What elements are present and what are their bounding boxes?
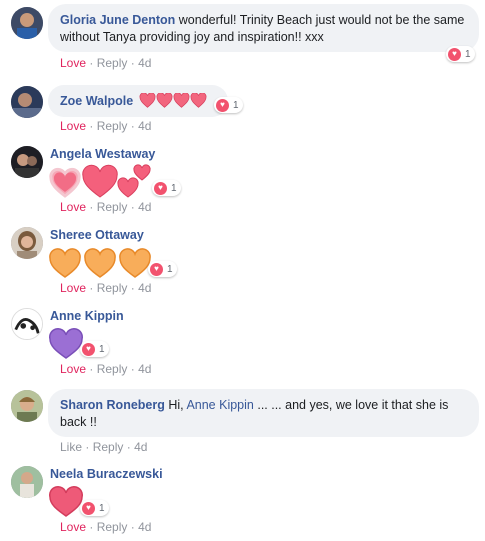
- comment-author[interactable]: Angela Westaway: [50, 147, 155, 161]
- love-reaction-icon: ♥: [216, 98, 229, 112]
- comment-author[interactable]: Sharon Roneberg: [60, 398, 165, 412]
- avatar[interactable]: [11, 7, 43, 39]
- comment-author[interactable]: Anne Kippin: [50, 309, 124, 323]
- comment-actions: Love · Reply · 4d: [60, 362, 152, 376]
- avatar[interactable]: [11, 86, 43, 118]
- timestamp[interactable]: 4d: [134, 440, 147, 454]
- timestamp[interactable]: 4d: [138, 520, 151, 534]
- pink-heart-icon: [139, 93, 156, 108]
- love-button[interactable]: Love: [60, 200, 86, 214]
- comment-actions: Love · Reply · 4d: [60, 119, 152, 133]
- comment-actions: Love · Reply · 4d: [60, 281, 152, 295]
- pink-heart-icon: [156, 93, 173, 108]
- love-button[interactable]: Love: [60, 362, 86, 376]
- comment-author[interactable]: Neela Buraczewski: [50, 467, 163, 481]
- timestamp[interactable]: 4d: [138, 200, 151, 214]
- pink-heart-icon: [190, 93, 207, 108]
- avatar[interactable]: [11, 466, 43, 498]
- comment-text: Hi,: [168, 398, 184, 412]
- comment-actions: Like · Reply · 4d: [60, 440, 148, 454]
- love-button[interactable]: Love: [60, 56, 86, 70]
- pink-hearts-sticker[interactable]: [48, 162, 158, 200]
- reaction-count[interactable]: ♥ 1: [148, 261, 177, 277]
- love-reaction-icon: ♥: [82, 501, 95, 515]
- purple-heart-sticker[interactable]: [48, 326, 84, 360]
- reply-link[interactable]: Reply: [93, 440, 124, 454]
- comment-actions: Love · Reply · 4d: [60, 520, 152, 534]
- orange-hearts-sticker[interactable]: [48, 245, 152, 279]
- pink-heart-icon: [173, 93, 190, 108]
- avatar[interactable]: [11, 227, 43, 259]
- comment-author[interactable]: Zoe Walpole: [60, 94, 133, 108]
- reply-link[interactable]: Reply: [97, 520, 128, 534]
- comment-bubble: Zoe Walpole: [48, 85, 228, 117]
- avatar[interactable]: [11, 308, 43, 340]
- love-reaction-icon: ♥: [150, 262, 163, 276]
- red-heart-sticker[interactable]: [48, 484, 84, 518]
- love-reaction-icon: ♥: [448, 47, 461, 61]
- avatar[interactable]: [11, 390, 43, 422]
- reply-link[interactable]: Reply: [97, 119, 128, 133]
- timestamp[interactable]: 4d: [138, 56, 151, 70]
- mention-link[interactable]: Anne Kippin: [186, 398, 253, 412]
- reaction-count[interactable]: ♥ 1: [80, 341, 109, 357]
- comment-author[interactable]: Gloria June Denton: [60, 13, 175, 27]
- timestamp[interactable]: 4d: [138, 119, 151, 133]
- comment-bubble: Sharon Roneberg Hi, Anne Kippin ... ... …: [48, 389, 479, 437]
- avatar[interactable]: [11, 146, 43, 178]
- reply-link[interactable]: Reply: [97, 362, 128, 376]
- reply-link[interactable]: Reply: [97, 56, 128, 70]
- reaction-count[interactable]: ♥ 1: [446, 46, 475, 62]
- reply-link[interactable]: Reply: [97, 281, 128, 295]
- comment-author[interactable]: Sheree Ottaway: [50, 228, 144, 242]
- timestamp[interactable]: 4d: [138, 362, 151, 376]
- reaction-count[interactable]: ♥ 1: [152, 180, 181, 196]
- love-button[interactable]: Love: [60, 119, 86, 133]
- comment-actions: Love · Reply · 4d: [60, 200, 152, 214]
- reaction-count[interactable]: ♥ 1: [80, 500, 109, 516]
- love-reaction-icon: ♥: [82, 342, 95, 356]
- heart-emoji-row: [139, 93, 207, 108]
- like-button[interactable]: Like: [60, 440, 82, 454]
- reaction-count[interactable]: ♥ 1: [214, 97, 243, 113]
- timestamp[interactable]: 4d: [138, 281, 151, 295]
- love-button[interactable]: Love: [60, 281, 86, 295]
- comment-bubble: Gloria June Denton wonderful! Trinity Be…: [48, 4, 479, 52]
- love-button[interactable]: Love: [60, 520, 86, 534]
- love-reaction-icon: ♥: [154, 181, 167, 195]
- comment-actions: Love · Reply · 4d: [60, 56, 152, 70]
- reply-link[interactable]: Reply: [97, 200, 128, 214]
